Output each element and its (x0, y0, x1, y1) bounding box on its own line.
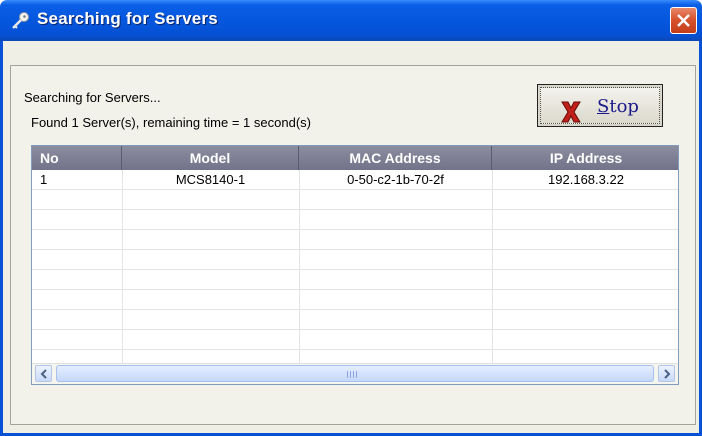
table-header: No Model MAC Address IP Address (32, 146, 678, 170)
horizontal-scrollbar[interactable] (32, 363, 678, 384)
cell-mac: 0-50-c2-1b-70-2f (347, 172, 444, 187)
table-row-empty (32, 270, 678, 290)
column-header-mac[interactable]: MAC Address (299, 146, 492, 170)
table-row-empty (32, 230, 678, 250)
cell-model: MCS8140-1 (175, 172, 246, 187)
stop-button-focus: Stop (540, 87, 660, 124)
column-header-no[interactable]: No (32, 146, 122, 170)
server-list[interactable]: No Model MAC Address IP Address 1 MCS814… (31, 145, 679, 385)
key-icon (10, 11, 30, 31)
status-found: Found 1 Server(s), remaining time = 1 se… (31, 115, 311, 130)
column-divider (122, 170, 123, 365)
column-header-ip[interactable]: IP Address (492, 146, 678, 170)
column-divider (492, 170, 493, 365)
scroll-right-icon (664, 369, 671, 379)
scroll-right-button[interactable] (658, 365, 675, 382)
status-searching: Searching for Servers... (24, 90, 161, 105)
table-row-empty (32, 310, 678, 330)
stop-label: Stop (597, 96, 639, 117)
table-row-empty (32, 290, 678, 310)
window-title: Searching for Servers (37, 9, 218, 28)
table-row-empty (32, 250, 678, 270)
table-row-empty (32, 190, 678, 210)
cell-no: 1 (40, 172, 48, 187)
scroll-left-button[interactable] (35, 365, 52, 382)
thumb-grip (347, 371, 359, 378)
stop-x-icon (561, 101, 581, 123)
stop-button[interactable]: Stop (537, 84, 663, 127)
table-row[interactable]: 1 MCS8140-1 0-50-c2-1b-70-2f 192.168.3.2… (32, 170, 678, 190)
search-dialog: Searching for Servers Searching for Serv… (0, 0, 702, 436)
scroll-thumb[interactable] (56, 365, 654, 382)
close-button[interactable] (670, 7, 697, 34)
close-icon (677, 14, 690, 27)
title-bar[interactable]: Searching for Servers (0, 0, 702, 41)
cell-ip: 192.168.3.22 (548, 172, 624, 187)
column-divider (299, 170, 300, 365)
column-header-model[interactable]: Model (122, 146, 299, 170)
table-row-empty (32, 330, 678, 350)
scroll-left-icon (40, 369, 47, 379)
table-row-empty (32, 210, 678, 230)
